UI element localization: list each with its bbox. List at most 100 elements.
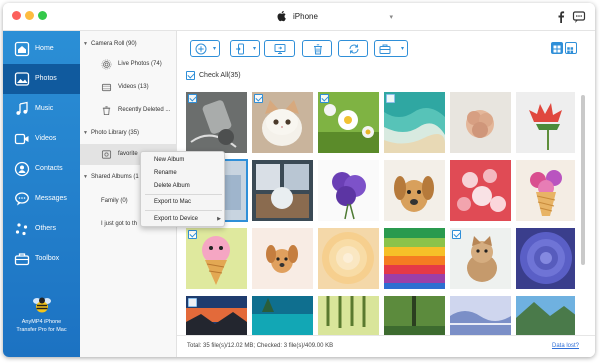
app-window: iPhone ▾ Home Photos Music Videos Contac… <box>3 3 595 357</box>
photo-thumbnail[interactable] <box>252 296 313 335</box>
export-to-pc-button[interactable] <box>264 40 295 57</box>
menu-item-label: Delete Album <box>154 183 190 189</box>
trash-icon <box>314 44 322 55</box>
photo-thumbnail[interactable] <box>516 160 575 221</box>
sidebar-item-music[interactable]: Music <box>3 94 80 124</box>
toolbox-menu-button[interactable]: ▾ <box>374 40 408 57</box>
tree-item-photo-library[interactable]: ▼ Photo Library (35) <box>80 126 177 142</box>
photo-thumbnail[interactable] <box>450 228 511 289</box>
refresh-button[interactable] <box>338 40 368 57</box>
photo-thumbnail[interactable] <box>186 228 247 289</box>
export-to-device-button[interactable]: ▾ <box>230 40 260 57</box>
menu-item-delete-album[interactable]: Delete Album <box>141 180 226 192</box>
photo-thumbnail[interactable] <box>384 228 445 289</box>
photo-checkbox[interactable] <box>452 230 461 239</box>
photo-image <box>384 296 445 335</box>
sidebar-item-label: Photos <box>35 75 57 82</box>
photo-thumbnail[interactable] <box>384 160 445 221</box>
photo-thumbnail[interactable] <box>252 160 313 221</box>
photo-checkbox[interactable] <box>254 94 263 103</box>
chevron-down-icon: ▾ <box>389 14 393 21</box>
submenu-arrow-icon: ▶ <box>217 216 221 222</box>
add-button[interactable]: ▾ <box>190 40 220 57</box>
tree-item-label: Shared Albums (1 <box>91 174 139 180</box>
sidebar-item-contacts[interactable]: Contacts <box>3 154 80 184</box>
export-to-pc-icon <box>274 44 286 54</box>
minimize-window-button[interactable] <box>25 11 34 20</box>
menu-separator <box>145 210 222 211</box>
expand-triangle-icon: ▼ <box>83 41 88 47</box>
photo-image <box>516 92 575 153</box>
tree-item-videos[interactable]: Videos (13) <box>80 80 177 96</box>
photo-thumbnail[interactable] <box>318 296 379 335</box>
photo-thumbnail[interactable] <box>450 296 511 335</box>
scrollbar[interactable] <box>581 95 585 265</box>
photo-thumbnail[interactable] <box>450 160 511 221</box>
photo-thumbnail[interactable] <box>186 296 247 335</box>
photo-thumbnail[interactable] <box>318 228 379 289</box>
photo-thumbnail[interactable] <box>252 92 313 153</box>
tree-item-recently-deleted[interactable]: Recently Deleted ... <box>80 103 177 119</box>
title-bar: iPhone ▾ <box>3 3 595 31</box>
photo-thumbnail[interactable] <box>384 92 445 153</box>
photos-icon <box>14 72 30 86</box>
photo-image <box>450 160 511 221</box>
toolbar: ▾ ▾ ▾ <box>177 31 595 65</box>
grid-view-button[interactable] <box>551 42 563 54</box>
sidebar-item-photos[interactable]: Photos <box>3 64 80 94</box>
photo-checkbox[interactable] <box>188 298 197 307</box>
menu-item-export-to-device[interactable]: Export to Device ▶ <box>141 213 226 225</box>
check-all-label: Check All(35) <box>199 72 241 79</box>
photo-thumbnail[interactable] <box>516 92 575 153</box>
sidebar-item-home[interactable]: Home <box>3 34 80 64</box>
close-window-button[interactable] <box>12 11 21 20</box>
menu-item-rename[interactable]: Rename <box>141 167 226 179</box>
menu-separator <box>145 194 222 195</box>
sidebar-item-label: Others <box>35 225 57 232</box>
home-icon <box>14 41 30 57</box>
sidebar-item-videos[interactable]: Videos <box>3 124 80 154</box>
photo-thumbnail[interactable] <box>384 296 445 335</box>
status-bar: Total: 35 file(s)/12.02 MB; Checked: 3 f… <box>177 335 595 357</box>
apple-icon <box>277 10 286 22</box>
tree-item-live-photos[interactable]: Live Photos (74) <box>80 57 177 73</box>
sidebar-item-toolbox[interactable]: Toolbox <box>3 244 80 274</box>
facebook-icon[interactable] <box>554 10 568 24</box>
tree-item-camera-roll[interactable]: ▼ Camera Roll (90) <box>80 37 177 53</box>
chevron-down-icon: ▾ <box>400 46 404 52</box>
photo-checkbox[interactable] <box>320 94 329 103</box>
photo-checkbox[interactable] <box>188 94 197 103</box>
menu-item-label: Rename <box>154 170 177 176</box>
photo-image <box>318 296 379 335</box>
photo-thumbnail[interactable] <box>252 228 313 289</box>
maximize-window-button[interactable] <box>38 11 47 20</box>
tree-item-label: Family (0) <box>101 198 128 204</box>
sidebar-item-others[interactable]: Others <box>3 214 80 244</box>
photo-image <box>516 296 575 335</box>
sidebar-item-label: Messages <box>35 195 67 202</box>
context-menu: New Album Rename Delete Album Export to … <box>140 151 225 227</box>
data-lost-link[interactable]: Data lost? <box>552 343 579 349</box>
check-all-checkbox[interactable] <box>186 71 195 80</box>
photo-image <box>516 228 575 289</box>
device-selector[interactable]: iPhone ▾ <box>271 10 401 25</box>
photo-thumbnail[interactable] <box>516 296 575 335</box>
messages-icon <box>15 192 29 206</box>
menu-item-new-album[interactable]: New Album <box>141 154 226 166</box>
large-grid-view-button[interactable] <box>565 42 577 54</box>
photo-checkbox[interactable] <box>386 94 395 103</box>
sidebar: Home Photos Music Videos Contacts Messag… <box>3 31 80 357</box>
delete-button[interactable] <box>302 40 332 57</box>
videos-icon <box>14 133 29 145</box>
sidebar-item-messages[interactable]: Messages <box>3 184 80 214</box>
menu-item-export-to-mac[interactable]: Export to Mac <box>141 196 226 208</box>
photo-thumbnail[interactable] <box>516 228 575 289</box>
photo-thumbnail[interactable] <box>318 160 379 221</box>
feedback-icon[interactable] <box>572 10 586 24</box>
sidebar-item-label: Toolbox <box>35 255 60 262</box>
photo-checkbox[interactable] <box>188 230 197 239</box>
status-text: Total: 35 file(s)/12.02 MB; Checked: 3 f… <box>187 343 334 349</box>
photo-thumbnail[interactable] <box>186 92 247 153</box>
photo-thumbnail[interactable] <box>450 92 511 153</box>
photo-thumbnail[interactable] <box>318 92 379 153</box>
